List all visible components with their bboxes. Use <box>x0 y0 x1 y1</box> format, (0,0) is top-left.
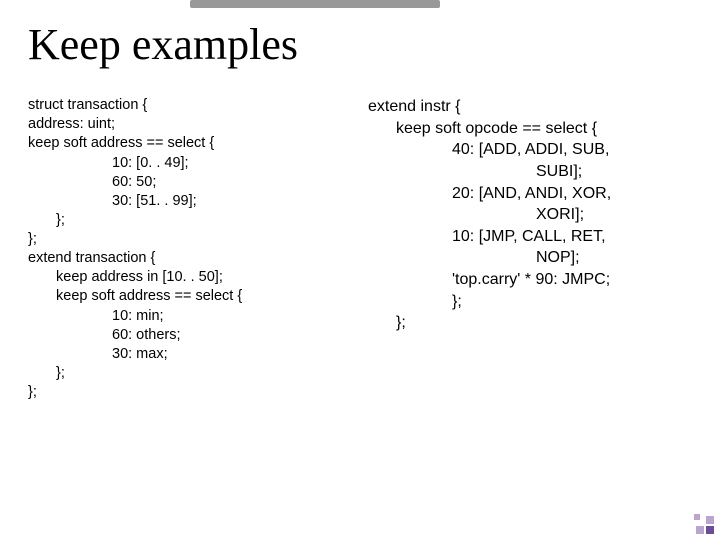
top-shadow-decoration <box>190 0 440 8</box>
code-line: }; <box>28 364 352 383</box>
code-line: keep soft opcode == select { <box>368 118 692 140</box>
code-line: extend transaction { <box>28 249 352 268</box>
deco-square <box>706 526 714 534</box>
code-line: 10: [0. . 49]; <box>28 154 352 173</box>
code-line: }; <box>28 230 352 249</box>
code-line: SUBI]; <box>368 161 692 183</box>
deco-square <box>696 526 704 534</box>
code-line: 40: [ADD, ADDI, SUB, <box>368 139 692 161</box>
code-line: }; <box>28 383 352 402</box>
code-right-column: extend instr { keep soft opcode == selec… <box>368 96 692 402</box>
deco-square <box>706 516 714 524</box>
slide: Keep examples struct transaction { addre… <box>0 0 720 540</box>
deco-square <box>694 514 700 520</box>
code-line: struct transaction { <box>28 96 352 115</box>
code-line: 10: [JMP, CALL, RET, <box>368 226 692 248</box>
code-line: }; <box>368 312 692 334</box>
code-line: NOP]; <box>368 247 692 269</box>
content-columns: struct transaction { address: uint; keep… <box>28 96 692 402</box>
code-line: 10: min; <box>28 307 352 326</box>
code-line: 20: [AND, ANDI, XOR, <box>368 183 692 205</box>
slide-title: Keep examples <box>28 22 692 68</box>
code-line: XORI]; <box>368 204 692 226</box>
code-line: keep soft address == select { <box>28 287 352 306</box>
code-line: keep soft address == select { <box>28 134 352 153</box>
code-line: }; <box>368 291 692 313</box>
code-line: 'top.carry' * 90: JMPC; <box>368 269 692 291</box>
code-left-column: struct transaction { address: uint; keep… <box>28 96 352 402</box>
corner-decoration <box>684 504 714 534</box>
code-line: 60: 50; <box>28 173 352 192</box>
code-line: 30: max; <box>28 345 352 364</box>
code-line: 60: others; <box>28 326 352 345</box>
code-line: keep address in [10. . 50]; <box>28 268 352 287</box>
code-line: }; <box>28 211 352 230</box>
code-line: extend instr { <box>368 96 692 118</box>
code-line: address: uint; <box>28 115 352 134</box>
code-line: 30: [51. . 99]; <box>28 192 352 211</box>
